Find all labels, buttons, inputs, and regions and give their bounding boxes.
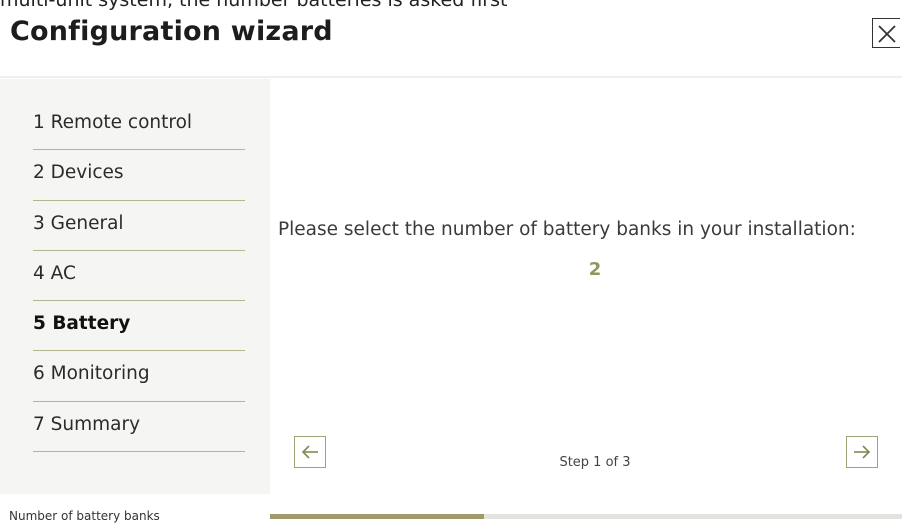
- configuration-wizard-page: multi-unit system, the number batteries …: [0, 0, 902, 524]
- sidebar-item-ac[interactable]: 4 AC: [33, 251, 245, 302]
- next-button[interactable]: [846, 436, 878, 468]
- steps-sidebar: 1 Remote control 2 Devices 3 General 4 A…: [0, 79, 270, 494]
- close-icon: [878, 25, 896, 43]
- close-button[interactable]: [872, 18, 900, 48]
- sidebar-item-remote-control[interactable]: 1 Remote control: [33, 100, 245, 151]
- caption-text: multi-unit system, the number batteries …: [0, 0, 508, 11]
- progress-fill: [270, 514, 484, 519]
- step-indicator: Step 1 of 3: [559, 455, 631, 470]
- sidebar-item-monitoring[interactable]: 6 Monitoring: [33, 351, 245, 402]
- header-divider: [0, 76, 902, 78]
- section-label: Number of battery banks: [9, 509, 160, 523]
- steps-list: 1 Remote control 2 Devices 3 General 4 A…: [33, 100, 245, 453]
- battery-banks-value[interactable]: 2: [270, 259, 902, 280]
- arrow-right-icon: [854, 445, 871, 459]
- sidebar-item-battery[interactable]: 5 Battery: [33, 301, 245, 352]
- page-title: Configuration wizard: [10, 16, 333, 47]
- progress-bar: [270, 514, 902, 519]
- sidebar-item-devices[interactable]: 2 Devices: [33, 150, 245, 201]
- question-text: Please select the number of battery bank…: [278, 219, 856, 240]
- main-content: Please select the number of battery bank…: [270, 79, 902, 494]
- sidebar-item-summary[interactable]: 7 Summary: [33, 402, 245, 453]
- sidebar-item-general[interactable]: 3 General: [33, 201, 245, 251]
